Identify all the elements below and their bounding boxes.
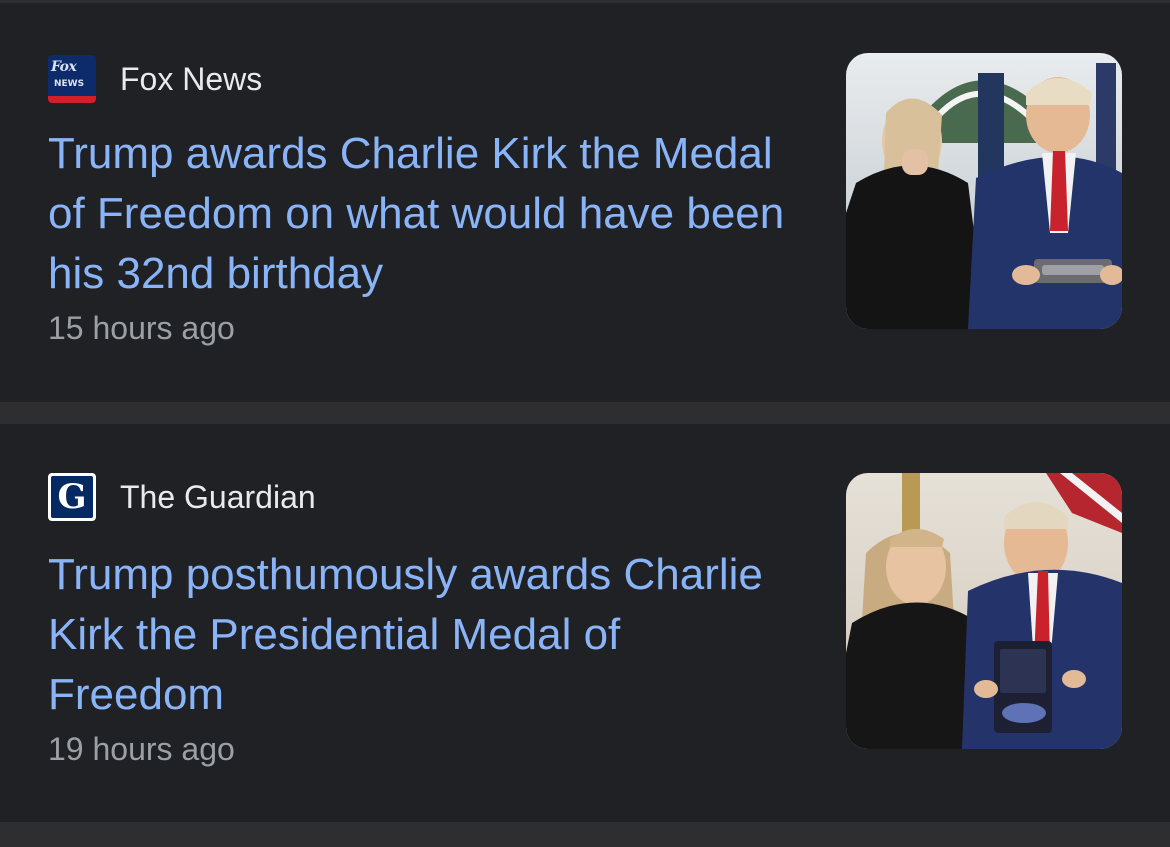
headline-link[interactable]: Trump posthumously awards Charlie Kirk t… (48, 545, 808, 725)
source-name: Fox News (120, 61, 263, 97)
news-feed: Fox NEWS Fox News Trump awards Charlie K… (0, 0, 1170, 847)
news-card[interactable]: G The Guardian Trump posthumously awards… (0, 424, 1170, 822)
source-name: The Guardian (120, 479, 316, 515)
source-row: Fox NEWS Fox News (48, 55, 262, 103)
news-card[interactable]: Fox NEWS Fox News Trump awards Charlie K… (0, 3, 1170, 402)
news-photo-thumbnail[interactable] (846, 473, 1122, 749)
headline-link[interactable]: Trump awards Charlie Kirk the Medal of F… (48, 124, 808, 304)
guardian-logo-icon: G (48, 473, 96, 521)
source-row: G The Guardian (48, 473, 316, 521)
fox-news-logo-icon: Fox NEWS (48, 55, 96, 103)
timestamp: 19 hours ago (48, 731, 235, 767)
news-photo-thumbnail[interactable] (846, 53, 1122, 329)
timestamp: 15 hours ago (48, 310, 235, 346)
